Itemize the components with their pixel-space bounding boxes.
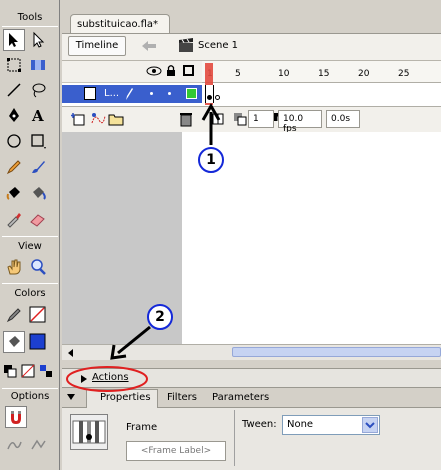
divider <box>2 388 58 389</box>
keyframe[interactable] <box>205 85 214 103</box>
frames-row[interactable] <box>202 85 441 103</box>
outline-color-swatch[interactable] <box>186 88 197 99</box>
selection-arrow-icon[interactable] <box>3 29 25 51</box>
center-frame-icon[interactable] <box>210 111 226 130</box>
chevron-down-icon[interactable] <box>362 417 378 433</box>
add-motion-guide-icon[interactable] <box>90 111 106 130</box>
frame-thumbnail-icon <box>70 414 108 450</box>
free-transform-icon[interactable] <box>3 54 25 76</box>
timeline-button[interactable]: Timeline <box>68 36 126 56</box>
lock-icon[interactable] <box>166 64 176 80</box>
ink-bottle-icon[interactable] <box>3 182 25 204</box>
pen-icon[interactable] <box>3 104 25 126</box>
frame-label-input[interactable]: <Frame Label> <box>126 441 226 461</box>
eye-icon[interactable] <box>146 65 162 80</box>
pencil-edit-icon <box>124 87 134 104</box>
fill-bucket-icon[interactable] <box>3 331 25 353</box>
tab-properties[interactable]: Properties <box>100 392 151 403</box>
snap-magnet-icon[interactable] <box>5 406 27 428</box>
elapsed-time-box: 0.0s <box>326 110 360 128</box>
hand-icon[interactable] <box>3 256 25 278</box>
default-colors-icon[interactable] <box>0 360 20 382</box>
scrollbar-thumb[interactable] <box>232 347 441 357</box>
visibility-dot[interactable] <box>150 92 153 95</box>
stroke-pencil-icon <box>3 304 25 326</box>
current-frame-box: 1 <box>248 110 274 128</box>
brush-icon[interactable] <box>27 156 49 178</box>
eyedropper-icon[interactable] <box>3 208 25 230</box>
frame-title: Frame <box>126 422 158 433</box>
actions-label[interactable]: Actions <box>92 372 129 383</box>
document-tab[interactable]: substituicao.fla* <box>70 14 170 34</box>
lasso-icon[interactable] <box>27 79 49 101</box>
timeline-ruler[interactable]: 1 5 10 15 20 25 <box>202 61 441 83</box>
collapse-arrow-icon[interactable] <box>66 393 76 404</box>
view-title: View <box>18 241 42 252</box>
stroke-color-swatch[interactable] <box>27 304 49 326</box>
ruler-number: 10 <box>278 69 290 79</box>
timeline-header <box>62 61 202 83</box>
properties-panel <box>62 408 441 470</box>
insert-layer-icon[interactable] <box>70 111 86 130</box>
onion-skin-icon[interactable] <box>232 111 248 130</box>
empty-keyframe-dot <box>215 95 220 100</box>
outline-icon[interactable] <box>183 65 194 76</box>
ruler-number: 20 <box>358 69 370 79</box>
smooth-icon <box>3 434 25 456</box>
gradient-transform-icon[interactable] <box>27 54 49 76</box>
tools-title: Tools <box>17 12 43 23</box>
text-icon[interactable]: A <box>27 104 49 126</box>
insert-folder-icon[interactable] <box>108 111 124 130</box>
layer-row[interactable] <box>62 85 202 103</box>
divider <box>2 236 58 237</box>
tween-label: Tween: <box>242 419 277 430</box>
divider <box>2 283 58 284</box>
scene-label[interactable]: Scene 1 <box>198 40 238 51</box>
fill-color-swatch[interactable] <box>27 331 49 353</box>
paint-bucket-icon[interactable] <box>27 182 49 204</box>
layer-name[interactable]: L... <box>104 88 119 99</box>
layer-icon <box>84 87 96 100</box>
eraser-icon[interactable] <box>27 208 49 230</box>
ruler-number: 5 <box>235 69 241 79</box>
scroll-left-icon[interactable] <box>66 348 74 361</box>
options-title: Options <box>10 391 50 402</box>
swap-colors-icon[interactable] <box>36 360 56 382</box>
scene-icon <box>178 37 194 53</box>
svg-text:A: A <box>31 107 44 124</box>
colors-title: Colors <box>14 288 46 299</box>
annotation-marker-1: 1 <box>198 147 224 173</box>
divider <box>2 26 58 27</box>
divider <box>234 410 235 466</box>
expand-arrow-icon[interactable] <box>80 374 88 387</box>
ruler-number: 25 <box>398 69 410 79</box>
pencil-icon[interactable] <box>3 156 25 178</box>
ruler-number: 15 <box>318 69 330 79</box>
trash-icon[interactable] <box>179 111 193 130</box>
oval-icon[interactable] <box>3 130 25 152</box>
line-icon[interactable] <box>3 79 25 101</box>
keyframe-dot <box>207 95 212 100</box>
frame-rate-box[interactable]: 10.0 fps <box>278 110 322 134</box>
straighten-icon <box>27 434 49 456</box>
tab-filters[interactable]: Filters <box>167 392 197 403</box>
subselection-arrow-icon[interactable] <box>27 29 49 51</box>
rectangle-icon[interactable] <box>27 130 49 152</box>
no-color-icon[interactable] <box>18 360 38 382</box>
tools-panel: Tools A View Colors Options <box>0 0 60 470</box>
tab-parameters[interactable]: Parameters <box>212 392 269 403</box>
lock-dot[interactable] <box>168 92 171 95</box>
zoom-icon[interactable] <box>27 256 49 278</box>
back-arrow-icon[interactable] <box>140 38 158 54</box>
annotation-marker-2: 2 <box>147 304 173 330</box>
